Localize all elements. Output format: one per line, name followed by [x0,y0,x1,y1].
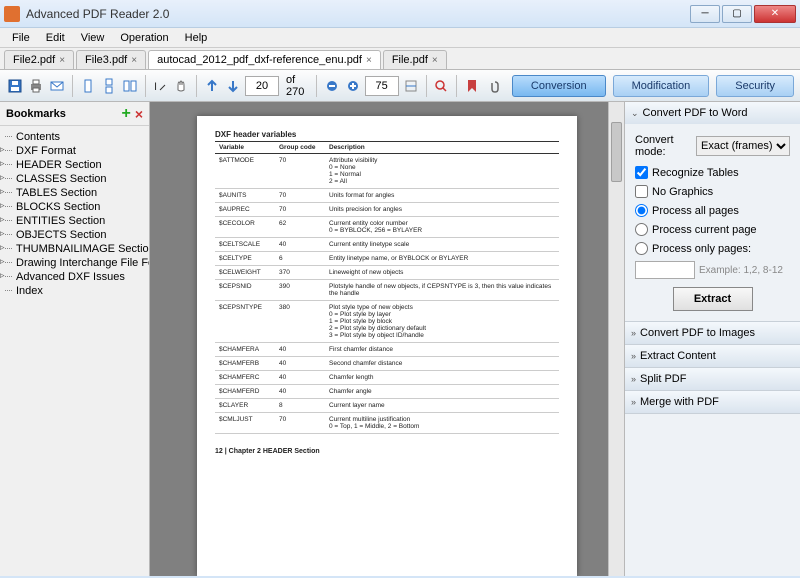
bookmarks-panel: Bookmarks + × ContentsDXF FormatHEADER S… [0,102,150,576]
print-icon[interactable] [27,74,45,98]
mail-icon[interactable] [48,74,66,98]
maximize-button[interactable]: ▢ [722,5,752,23]
doc-table: VariableGroup codeDescription$ATTMODE70A… [215,141,559,434]
bookmark-item[interactable]: Contents [2,130,147,144]
fit-width-icon[interactable] [402,74,420,98]
text-select-icon[interactable]: I [151,74,169,98]
toolbar: I of 270 Conversion Modification Securit… [0,70,800,102]
document-viewport[interactable]: DXF header variables VariableGroup codeD… [150,102,624,576]
section-split-pdf[interactable]: »Split PDF [625,368,800,390]
tab-file2[interactable]: File2.pdf× [4,50,74,69]
bookmark-item[interactable]: ENTITIES Section [2,214,147,228]
bookmark-item[interactable]: CLASSES Section [2,172,147,186]
remove-bookmark-icon[interactable]: × [135,106,143,122]
menu-bar: File Edit View Operation Help [0,28,800,48]
zoom-in-icon[interactable] [344,74,362,98]
zoom-input[interactable] [365,76,399,96]
page-number-input[interactable] [245,76,279,96]
chevron-right-icon: » [631,351,636,361]
modification-button[interactable]: Modification [613,75,710,97]
recognize-tables-checkbox[interactable]: Recognize Tables [635,166,790,179]
bookmark-tree: ContentsDXF FormatHEADER SectionCLASSES … [0,126,149,302]
title-bar: Advanced PDF Reader 2.0 ─ ▢ ✕ [0,0,800,28]
no-graphics-checkbox[interactable]: No Graphics [635,185,790,198]
chevron-down-icon: ⌄ [631,108,639,119]
app-icon [4,6,20,22]
menu-edit[interactable]: Edit [38,30,73,46]
chevron-right-icon: » [631,374,636,384]
add-bookmark-icon[interactable]: + [121,105,130,123]
save-icon[interactable] [6,74,24,98]
page-total: of 270 [286,74,306,98]
bookmark-icon[interactable] [463,74,481,98]
bookmark-item[interactable]: OBJECTS Section [2,228,147,242]
window-title: Advanced PDF Reader 2.0 [26,7,688,21]
section-convert-word[interactable]: ⌄Convert PDF to Word [625,102,800,124]
process-only-radio[interactable]: Process only pages: [635,242,790,255]
page-footer: 12 | Chapter 2 HEADER Section [215,448,559,455]
bookmark-item[interactable]: HEADER Section [2,158,147,172]
tab-file[interactable]: File.pdf× [383,50,447,69]
section-extract-content[interactable]: »Extract Content [625,345,800,367]
bookmark-item[interactable]: THUMBNAILIMAGE Section [2,242,147,256]
document-tabs: File2.pdf× File3.pdf× autocad_2012_pdf_d… [0,48,800,70]
zoom-out-icon[interactable] [323,74,341,98]
section-convert-images[interactable]: »Convert PDF to Images [625,322,800,344]
close-icon[interactable]: × [131,55,137,66]
tab-autocad[interactable]: autocad_2012_pdf_dxf-reference_enu.pdf× [148,50,381,69]
prev-page-icon[interactable] [203,74,221,98]
scrollbar-thumb[interactable] [611,122,622,182]
convert-mode-label: Convert mode: [635,134,692,158]
chevron-right-icon: » [631,397,636,407]
menu-view[interactable]: View [73,30,113,46]
bookmark-item[interactable]: DXF Format [2,144,147,158]
single-page-icon[interactable] [79,74,97,98]
menu-file[interactable]: File [4,30,38,46]
search-icon[interactable] [432,74,450,98]
conversion-button[interactable]: Conversion [512,75,606,97]
hand-icon[interactable] [172,74,190,98]
bookmark-item[interactable]: Drawing Interchange File Formats [2,256,147,270]
vertical-scrollbar[interactable] [608,102,624,576]
convert-mode-select[interactable]: Exact (frames) [696,136,790,156]
close-button[interactable]: ✕ [754,5,796,23]
bookmark-item[interactable]: TABLES Section [2,186,147,200]
process-all-radio[interactable]: Process all pages [635,204,790,217]
bookmark-item[interactable]: BLOCKS Section [2,200,147,214]
conversion-panel: ⌄Convert PDF to Word Convert mode: Exact… [624,102,800,576]
pages-input[interactable] [635,261,695,279]
next-page-icon[interactable] [224,74,242,98]
bookmark-item[interactable]: Advanced DXF Issues [2,270,147,284]
close-icon[interactable]: × [366,55,372,66]
svg-text:I: I [154,81,157,93]
pages-example: Example: 1,2, 8-12 [699,265,783,276]
bookmarks-title: Bookmarks [6,108,66,120]
security-button[interactable]: Security [716,75,794,97]
menu-help[interactable]: Help [177,30,216,46]
facing-page-icon[interactable] [121,74,139,98]
process-current-radio[interactable]: Process current page [635,223,790,236]
extract-button[interactable]: Extract [673,287,753,311]
menu-operation[interactable]: Operation [112,30,176,46]
tab-file3[interactable]: File3.pdf× [76,50,146,69]
bookmark-item[interactable]: Index [2,284,147,298]
pdf-page: DXF header variables VariableGroup codeD… [197,116,577,576]
chevron-right-icon: » [631,328,636,338]
doc-heading: DXF header variables [215,130,559,139]
attachment-icon[interactable] [484,74,502,98]
minimize-button[interactable]: ─ [690,5,720,23]
close-icon[interactable]: × [432,55,438,66]
section-merge-pdf[interactable]: »Merge with PDF [625,391,800,413]
close-icon[interactable]: × [59,55,65,66]
continuous-page-icon[interactable] [100,74,118,98]
